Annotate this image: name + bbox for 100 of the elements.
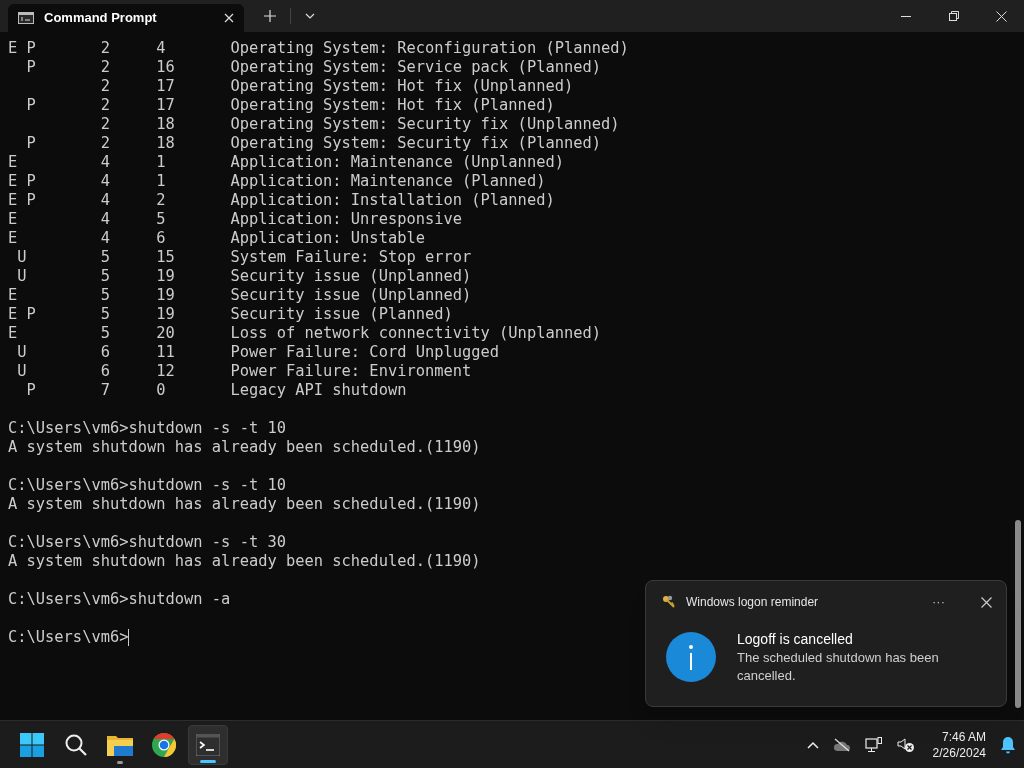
reason-text: Operating System: Security fix (Planned): [230, 134, 601, 153]
cloud-off-icon[interactable]: [832, 737, 851, 752]
minor-code: 18: [156, 134, 175, 152]
terminal-app-icon: [18, 12, 34, 24]
reason-flags: U: [16, 343, 27, 361]
reason-text: Operating System: Security fix (Unplanned): [230, 115, 620, 134]
reason-flags: P: [25, 134, 36, 152]
notification-title: Logoff is cancelled: [737, 630, 854, 649]
major-code: 2: [100, 39, 110, 57]
major-code: 5: [100, 324, 110, 342]
keys-icon: [662, 595, 676, 609]
reason-flags: P: [25, 381, 36, 399]
reason-flags: E P: [8, 39, 36, 57]
minor-code: 17: [156, 96, 175, 114]
minor-code: 6: [156, 229, 166, 247]
command-output: A system shutdown has already been scheduled.(1190): [8, 438, 481, 457]
clock-time[interactable]: 7:46 AM: [941, 728, 986, 745]
speaker-muted-icon[interactable]: [896, 736, 915, 753]
minor-code: 18: [156, 115, 175, 133]
restore-icon[interactable]: [949, 11, 959, 21]
major-code: 4: [100, 172, 110, 190]
reason-flags: E: [8, 324, 18, 342]
minor-code: 5: [156, 210, 166, 228]
more-options-button[interactable]: ···: [932, 592, 945, 612]
minor-code: 19: [156, 267, 175, 285]
close-icon[interactable]: [981, 596, 992, 608]
info-icon: [665, 631, 717, 683]
reason-flags: U: [16, 362, 27, 380]
minor-code: 2: [156, 191, 166, 209]
reason-text: Loss of network connectivity (Unplanned): [230, 324, 601, 343]
reason-text: Power Failure: Environment: [230, 362, 472, 381]
major-code: 4: [100, 191, 110, 209]
terminal-icon: [196, 733, 220, 756]
reason-text: Security issue (Unplanned): [230, 286, 472, 305]
windows-logo-icon: [20, 732, 44, 757]
minor-code: 20: [156, 324, 175, 342]
dropdown-icon[interactable]: [305, 13, 315, 19]
close-icon[interactable]: [995, 10, 1007, 22]
command-line: C:\Users\vm6>shutdown -s -t 30: [8, 533, 286, 552]
search-icon: [64, 732, 88, 757]
major-code: 4: [100, 210, 110, 228]
reason-flags: E: [8, 210, 18, 228]
minor-code: 19: [156, 305, 175, 323]
reason-text: Operating System: Hot fix (Planned): [230, 96, 555, 115]
command-line: C:\Users\vm6>shutdown -a: [8, 590, 231, 609]
bell-icon[interactable]: [1000, 735, 1016, 754]
notification-message: The scheduled shutdown has been cancelled.: [737, 649, 940, 685]
reason-flags: E: [8, 153, 18, 171]
reason-flags: E P: [8, 305, 36, 323]
major-code: 5: [100, 286, 110, 304]
major-code: 6: [100, 362, 110, 380]
reason-flags: E P: [8, 172, 36, 190]
reason-text: Security issue (Planned): [230, 305, 453, 324]
reason-text: Legacy API shutdown: [230, 381, 407, 400]
major-code: 2: [100, 96, 110, 114]
command-output: A system shutdown has already been scheduled.(1190): [8, 552, 481, 571]
reason-text: Application: Maintenance (Planned): [230, 172, 546, 191]
command-output: A system shutdown has already been scheduled.(1190): [8, 495, 481, 514]
reason-text: System Failure: Stop error: [230, 248, 472, 267]
network-icon[interactable]: [864, 736, 883, 753]
command-line: C:\Users\vm6>: [8, 628, 129, 647]
major-code: 5: [100, 305, 110, 323]
reason-flags: P: [25, 96, 36, 114]
scrollbar[interactable]: [1015, 520, 1021, 708]
minor-code: 12: [156, 362, 175, 380]
reason-flags: U: [16, 267, 27, 285]
reason-flags: P: [25, 58, 36, 76]
close-icon[interactable]: [224, 13, 234, 23]
folder-icon: [107, 733, 133, 756]
minor-code: 4: [156, 39, 166, 57]
minimize-icon[interactable]: [901, 15, 911, 17]
reason-text: Application: Unstable: [230, 229, 425, 248]
reason-text: Operating System: Service pack (Planned): [230, 58, 601, 77]
tab[interactable]: Command Prompt: [8, 4, 244, 32]
reason-text: Operating System: Hot fix (Unplanned): [230, 77, 574, 96]
minor-code: 15: [156, 248, 175, 266]
minor-code: 17: [156, 77, 175, 95]
command-line: C:\Users\vm6>shutdown -s -t 10: [8, 419, 286, 438]
minor-code: 1: [156, 153, 166, 171]
reason-text: Application: Maintenance (Unplanned): [230, 153, 564, 172]
major-code: 5: [100, 267, 110, 285]
reason-flags: E: [8, 286, 18, 304]
clock-date[interactable]: 2/26/2024: [932, 744, 986, 761]
taskbar-app-button[interactable]: [188, 724, 228, 765]
command-line: C:\Users\vm6>shutdown -s -t 10: [8, 476, 286, 495]
reason-text: Security issue (Unplanned): [230, 267, 472, 286]
new-tab-icon[interactable]: [264, 10, 276, 22]
reason-flags: U: [16, 248, 27, 266]
major-code: 2: [100, 77, 110, 95]
reason-flags: E: [8, 229, 18, 247]
major-code: 2: [100, 58, 110, 76]
major-code: 7: [100, 381, 110, 399]
reason-text: Application: Unresponsive: [230, 210, 463, 229]
reason-text: Power Failure: Cord Unplugged: [230, 343, 500, 362]
major-code: 5: [100, 248, 110, 266]
minor-code: 16: [156, 58, 175, 76]
minor-code: 0: [156, 381, 166, 399]
minor-code: 11: [156, 343, 175, 361]
major-code: 2: [100, 115, 110, 133]
chevron-up-icon[interactable]: [806, 740, 819, 749]
